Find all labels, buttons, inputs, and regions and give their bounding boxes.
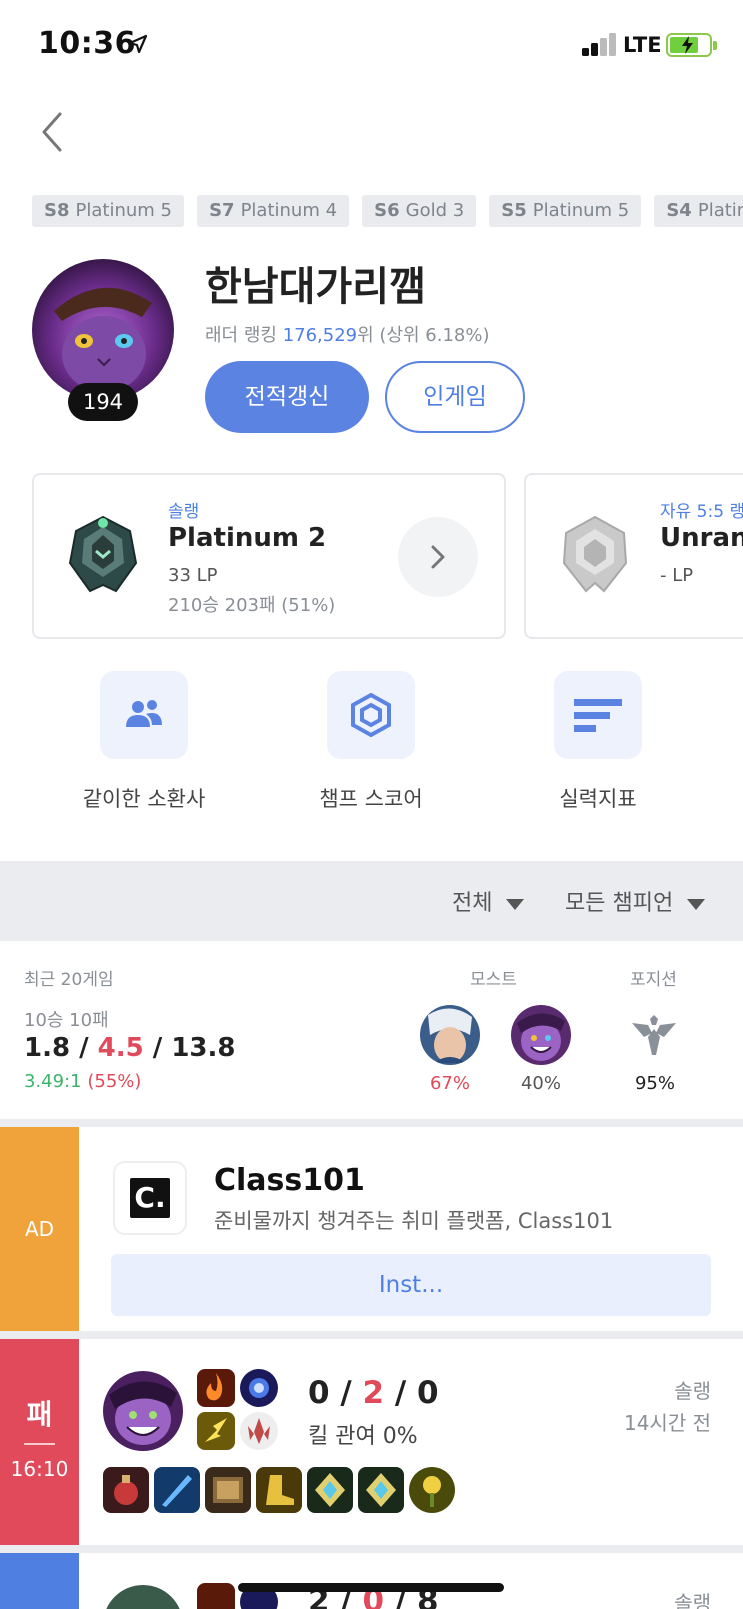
season-history: S8 Platinum 5 S7 Platinum 4 S6 Gold 3 S5 Pla…: [32, 195, 743, 227]
win-loss-record: 210승 203패 (51%): [168, 595, 336, 616]
location-arrow-icon: [128, 34, 148, 58]
platinum-emblem-icon: [66, 513, 140, 597]
refresh-button[interactable]: 전적갱신: [205, 361, 369, 433]
flex-rank-card[interactable]: 자유 5:5 랭 Unrank - LP: [524, 473, 743, 639]
network-label: LTE: [623, 33, 662, 57]
kda-ratio: 3.49:1 (55%): [24, 1071, 142, 1092]
divider: [0, 1119, 743, 1127]
support-position-icon: [630, 1015, 678, 1061]
detail-button[interactable]: [398, 517, 478, 597]
people-icon: [100, 671, 188, 759]
champion-filter-dropdown[interactable]: 모든 챔피언: [565, 885, 706, 917]
match-kda: 0 / 2 / 0: [308, 1375, 439, 1411]
caret-down-icon: [687, 898, 706, 910]
most-champion-winrate: 67%: [429, 1073, 470, 1094]
item-boots-icon: [256, 1467, 302, 1513]
ladder-ranking: 래더 랭킹 176,529위 (상위 6.18%): [205, 325, 490, 346]
match-history-item[interactable]: 패 16:10 0 / 2 / 0 킬 관여 0% 솔랭 14시간 전: [0, 1339, 743, 1545]
tier-name: Platinum 2: [168, 523, 327, 553]
played-with-menu[interactable]: 같이한 소환사: [44, 671, 244, 813]
signal-icon: [582, 32, 618, 56]
quick-menu-label: 챔프 스코어: [319, 787, 423, 811]
ad-description: 준비물까지 챙겨주는 취미 플랫폼, Class101: [214, 1209, 614, 1233]
clock: 10:36: [38, 26, 136, 61]
spell-ignite-icon: [197, 1369, 235, 1407]
season-badge: S7 Platinum 4: [197, 195, 350, 227]
season-badge: S4 Platin: [654, 195, 743, 227]
item-potion-icon: [103, 1467, 149, 1513]
caret-down-icon: [506, 898, 525, 910]
spell-flash-icon: [197, 1412, 235, 1450]
bars-icon: [554, 671, 642, 759]
average-kda: 1.8 / 4.5 / 13.8: [24, 1033, 236, 1063]
champion-portrait: [103, 1585, 183, 1609]
match-duration: 16:10: [10, 1457, 69, 1481]
tier-name: Unrank: [660, 523, 743, 553]
season-badge: S8 Platinum 5: [32, 195, 184, 227]
item-ward-icon: [358, 1467, 404, 1513]
ad-title: Class101: [214, 1163, 365, 1198]
match-result-bar: 패 16:10: [0, 1339, 79, 1545]
item-trinket-icon: [409, 1467, 455, 1513]
solo-rank-card[interactable]: 솔랭 Platinum 2 33 LP 210승 203패 (51%): [32, 473, 506, 639]
season-badge: S6 Gold 3: [362, 195, 477, 227]
champ-score-menu[interactable]: 챔프 스코어: [271, 671, 471, 813]
battery-icon: [666, 33, 717, 57]
home-indicator[interactable]: [238, 1583, 504, 1592]
divider: [0, 1331, 743, 1339]
hexagon-score-icon: [327, 671, 415, 759]
position-label: 포지션: [630, 970, 677, 990]
queue-filter-dropdown[interactable]: 전체: [452, 885, 525, 917]
most-champion-portrait[interactable]: [511, 1005, 571, 1065]
champion-portrait: [103, 1371, 183, 1451]
season-badge: S5 Platinum 5: [489, 195, 642, 227]
queue-type: 솔랭: [168, 502, 200, 522]
quick-menu-label: 실력지표: [559, 787, 637, 811]
back-button[interactable]: [36, 108, 76, 156]
most-label: 모스트: [470, 970, 517, 990]
item-tome-icon: [205, 1467, 251, 1513]
league-points: - LP: [660, 565, 694, 586]
ad-label: AD: [0, 1127, 79, 1331]
kill-participation: 킬 관여 0%: [308, 1424, 418, 1449]
time-ago: 14시간 전: [623, 1411, 711, 1435]
profile-icon: [32, 259, 174, 401]
match-history-item[interactable]: 2 / 0 / 8 솔랭: [0, 1553, 743, 1609]
match-result: 패: [26, 1398, 53, 1431]
chevron-left-icon: [42, 112, 62, 152]
queue-type: 자유 5:5 랭: [660, 502, 743, 522]
queue-type: 솔랭: [674, 1379, 711, 1403]
item-ward-icon: [307, 1467, 353, 1513]
chevron-right-icon: [431, 545, 445, 569]
queue-type: 솔랭: [674, 1591, 711, 1609]
quick-menu-label: 같이한 소환사: [82, 787, 206, 811]
skill-index-menu[interactable]: 실력지표: [498, 671, 698, 813]
ingame-button[interactable]: 인게임: [385, 361, 525, 433]
unranked-emblem-icon: [558, 513, 632, 597]
recent-record: 10승 10패: [24, 1010, 109, 1031]
recent-games-summary: 최근 20게임 10승 10패 1.8 / 4.5 / 13.8 3.49:1 …: [0, 941, 743, 1119]
rune-arcane-comet-icon: [240, 1369, 278, 1407]
position-rate: 95%: [634, 1073, 675, 1094]
install-button[interactable]: Inst...: [111, 1254, 711, 1316]
summoner-name: 한남대가리깸: [205, 264, 426, 310]
item-blade-icon: [154, 1467, 200, 1513]
ad-banner[interactable]: AD C. Class101 준비물까지 챙겨주는 취미 플랫폼, Class1…: [0, 1127, 743, 1331]
match-result-bar: [0, 1553, 79, 1609]
spell-icon: [197, 1583, 235, 1609]
most-champion-winrate: 40%: [520, 1073, 561, 1094]
status-bar: 10:36 LTE: [0, 0, 743, 90]
rune-secondary-icon: [240, 1412, 278, 1450]
level-badge: 194: [68, 383, 138, 421]
recent-games-label: 최근 20게임: [24, 970, 114, 990]
filter-bar: 전체 모든 챔피언: [0, 861, 743, 941]
divider: [0, 1545, 743, 1553]
league-points: 33 LP: [168, 565, 218, 586]
most-champion-portrait[interactable]: [420, 1005, 480, 1065]
ad-logo: C.: [113, 1161, 187, 1235]
